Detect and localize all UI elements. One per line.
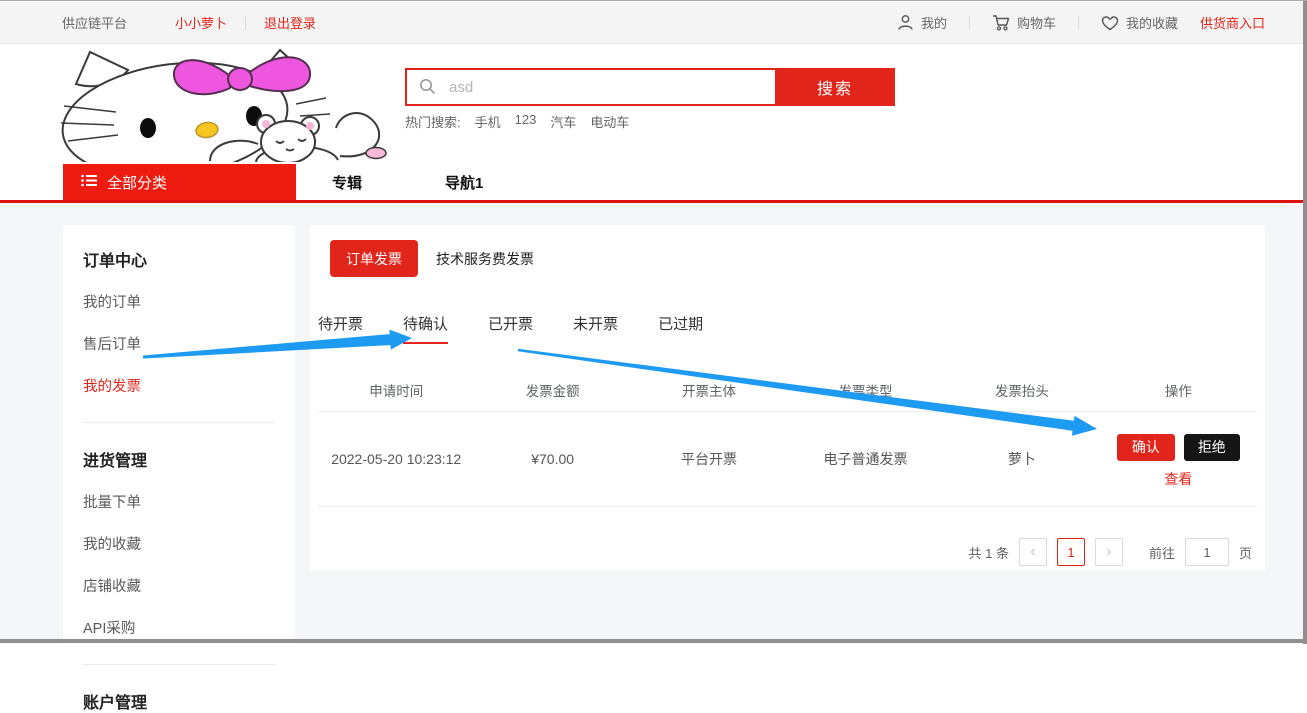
my-account-link[interactable]: 我的 bbox=[897, 13, 947, 32]
page-unit-label: 页 bbox=[1239, 543, 1252, 562]
sidebar-item-my-invoices[interactable]: 我的发票 bbox=[83, 375, 275, 396]
horizontal-scrollbar[interactable] bbox=[0, 639, 1307, 643]
hot-keyword[interactable]: 手机 bbox=[475, 112, 501, 131]
user-icon bbox=[897, 14, 914, 31]
topbar-divider bbox=[245, 16, 246, 30]
col-invoice-type: 发票类型 bbox=[787, 380, 943, 400]
main-nav: 全部分类 专辑 导航1 bbox=[0, 164, 1307, 200]
pagination: 共 1 条 ‹ 1 › 前往 页 bbox=[969, 538, 1253, 566]
vertical-scrollbar[interactable] bbox=[1303, 1, 1307, 644]
cell-invoice-title: 萝卜 bbox=[944, 449, 1100, 469]
reject-button[interactable]: 拒绝 bbox=[1184, 434, 1240, 461]
cell-issuer: 平台开票 bbox=[631, 449, 787, 469]
col-apply-time: 申请时间 bbox=[318, 380, 474, 400]
tech-service-invoice-button[interactable]: 技术服务费发票 bbox=[436, 249, 534, 269]
sidebar-divider bbox=[83, 422, 275, 423]
sidebar-divider bbox=[83, 664, 275, 665]
cell-actions: 确认 拒绝 查看 bbox=[1100, 430, 1256, 489]
sidebar-item-shop-favorites[interactable]: 店铺收藏 bbox=[83, 575, 275, 596]
confirm-button[interactable]: 确认 bbox=[1117, 434, 1175, 461]
page-number-button[interactable]: 1 bbox=[1057, 538, 1085, 566]
chevron-right-icon: › bbox=[1106, 543, 1111, 561]
supplier-entry-link[interactable]: 供货商入口 bbox=[1200, 13, 1265, 32]
col-issuer: 开票主体 bbox=[631, 380, 787, 400]
next-page-button[interactable]: › bbox=[1095, 538, 1123, 566]
search-icon bbox=[419, 78, 436, 100]
tab-pending-confirm[interactable]: 待确认 bbox=[403, 313, 448, 344]
invoice-type-row: 订单发票 技术服务费发票 bbox=[330, 240, 534, 277]
hot-keyword[interactable]: 电动车 bbox=[590, 112, 629, 131]
search-input[interactable] bbox=[405, 68, 775, 106]
sidebar-section-title-purchase: 进货管理 bbox=[83, 447, 275, 471]
invoice-table: 申请时间 发票金额 开票主体 发票类型 发票抬头 操作 2022-05-20 1… bbox=[318, 368, 1257, 507]
table-row: 2022-05-20 10:23:12 ¥70.00 平台开票 电子普通发票 萝… bbox=[318, 412, 1257, 507]
heart-icon bbox=[1101, 15, 1119, 31]
invoice-status-tabs: 待开票 待确认 已开票 未开票 已过期 bbox=[318, 313, 703, 344]
topbar: 供应链平台 小小萝卜 退出登录 我的 购物车 我的收藏 供货商入口 bbox=[0, 2, 1307, 44]
sidebar-item-bulk-order[interactable]: 批量下单 bbox=[83, 491, 275, 512]
sidebar-item-api-purchase[interactable]: API采购 bbox=[83, 617, 275, 638]
goto-label: 前往 bbox=[1149, 543, 1175, 562]
goto-page-input[interactable] bbox=[1185, 538, 1229, 566]
logout-link[interactable]: 退出登录 bbox=[264, 13, 316, 32]
col-actions: 操作 bbox=[1100, 380, 1256, 400]
sidebar-item-aftersale-orders[interactable]: 售后订单 bbox=[83, 333, 275, 354]
cell-apply-time: 2022-05-20 10:23:12 bbox=[318, 451, 474, 467]
cart-link[interactable]: 购物车 bbox=[992, 13, 1056, 32]
hot-search-label: 热门搜索: bbox=[405, 112, 461, 131]
search-button[interactable]: 搜索 bbox=[775, 68, 895, 106]
pagination-total: 共 1 条 bbox=[969, 543, 1009, 562]
cart-icon bbox=[992, 14, 1010, 31]
hot-keyword[interactable]: 123 bbox=[515, 112, 537, 131]
col-invoice-title: 发票抬头 bbox=[944, 380, 1100, 400]
topbar-divider bbox=[969, 16, 970, 30]
username-link[interactable]: 小小萝卜 bbox=[175, 13, 227, 32]
platform-link[interactable]: 供应链平台 bbox=[62, 13, 127, 32]
tab-expired[interactable]: 已过期 bbox=[658, 313, 703, 344]
col-amount: 发票金额 bbox=[474, 380, 630, 400]
table-header-row: 申请时间 发票金额 开票主体 发票类型 发票抬头 操作 bbox=[318, 368, 1257, 412]
sidebar-section-title-orders: 订单中心 bbox=[83, 247, 275, 271]
tab-not-issued[interactable]: 未开票 bbox=[573, 313, 618, 344]
nav-item-album[interactable]: 专辑 bbox=[332, 172, 362, 193]
logo-cat-image[interactable] bbox=[60, 48, 390, 162]
order-invoice-button[interactable]: 订单发票 bbox=[330, 240, 418, 277]
sidebar: 订单中心 我的订单 售后订单 我的发票 进货管理 批量下单 我的收藏 店铺收藏 … bbox=[63, 225, 295, 644]
search-bar: 搜索 bbox=[405, 68, 895, 106]
chevron-left-icon: ‹ bbox=[1030, 543, 1035, 561]
prev-page-button[interactable]: ‹ bbox=[1019, 538, 1047, 566]
sidebar-item-my-orders[interactable]: 我的订单 bbox=[83, 291, 275, 312]
all-categories-button[interactable]: 全部分类 bbox=[63, 164, 296, 200]
invoice-main-panel: 订单发票 技术服务费发票 待开票 待确认 已开票 未开票 已过期 申请时间 发票… bbox=[310, 225, 1265, 570]
tab-issued[interactable]: 已开票 bbox=[488, 313, 533, 344]
hot-keyword[interactable]: 汽车 bbox=[550, 112, 576, 131]
topbar-divider bbox=[1078, 16, 1079, 30]
view-link[interactable]: 查看 bbox=[1164, 469, 1192, 489]
sidebar-item-my-favorites[interactable]: 我的收藏 bbox=[83, 533, 275, 554]
category-list-icon bbox=[81, 174, 97, 191]
cell-amount: ¥70.00 bbox=[474, 451, 630, 467]
nav-item-nav1[interactable]: 导航1 bbox=[445, 172, 483, 193]
hot-search-row: 热门搜索: 手机 123 汽车 电动车 bbox=[405, 112, 629, 131]
tab-pending-issue[interactable]: 待开票 bbox=[318, 313, 363, 344]
cell-invoice-type: 电子普通发票 bbox=[787, 449, 943, 469]
sidebar-section-title-account: 账户管理 bbox=[83, 689, 275, 713]
favorites-link[interactable]: 我的收藏 bbox=[1101, 13, 1178, 32]
